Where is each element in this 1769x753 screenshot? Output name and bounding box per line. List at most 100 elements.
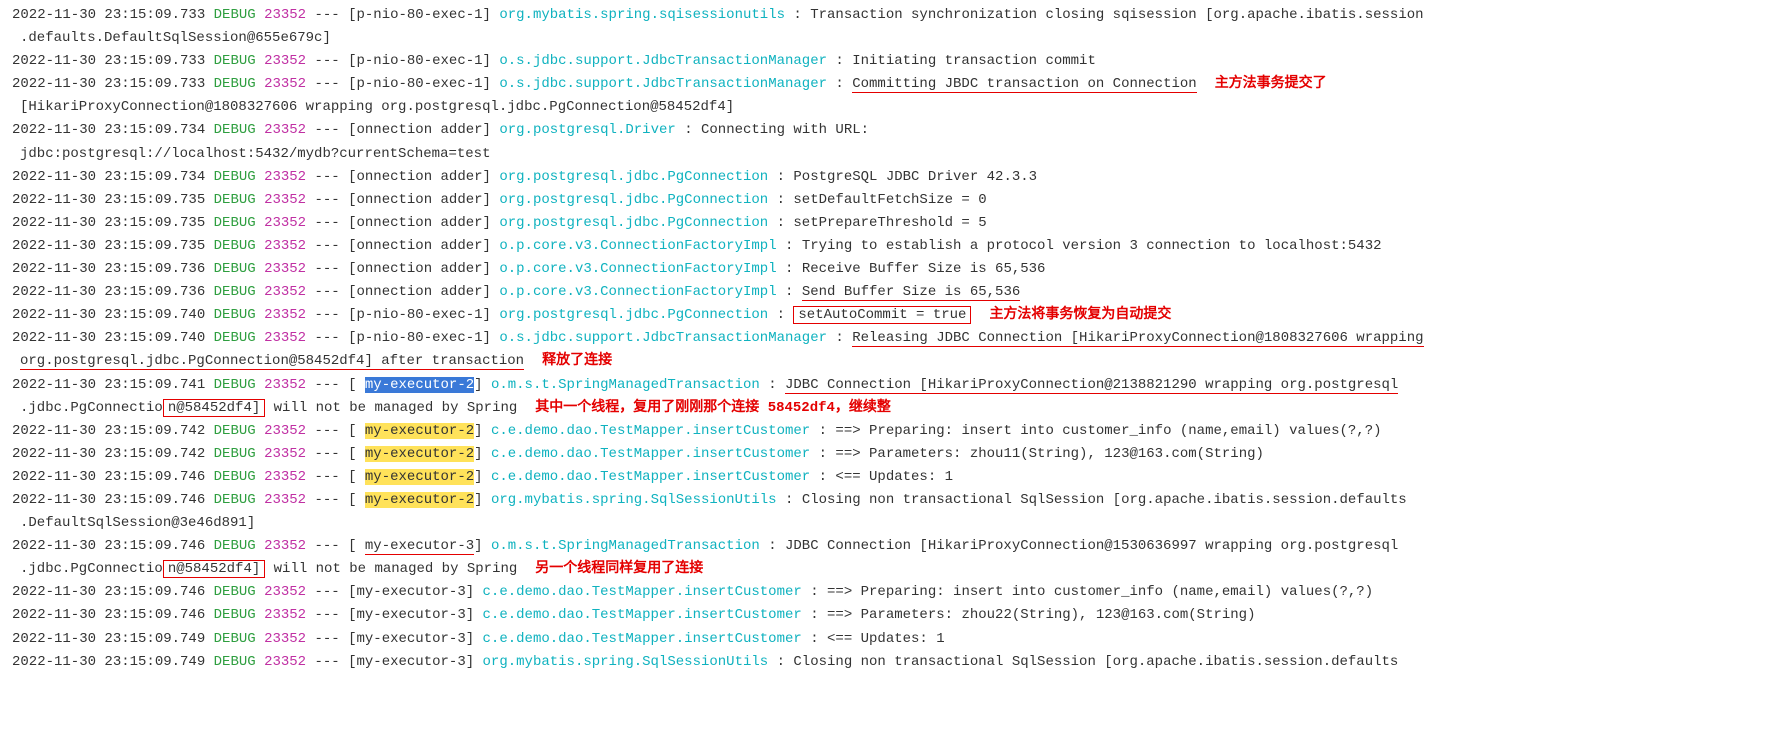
- timestamp: 2022-11-30 23:15:09.733: [12, 76, 205, 92]
- thread-name: my-executor-2: [365, 469, 474, 485]
- log-message: PostgreSQL JDBC Driver 42.3.3: [793, 169, 1037, 185]
- log-message: ==> Preparing: insert into customer_info…: [835, 423, 1381, 439]
- timestamp: 2022-11-30 23:15:09.746: [12, 469, 205, 485]
- thread-name: onnection adder: [357, 122, 483, 138]
- continuation-text: will not be managed by Spring: [265, 561, 517, 577]
- log-level: DEBUG: [214, 330, 256, 346]
- thread-name: my-executor-3: [357, 607, 466, 623]
- thread-name: p-nio-80-exec-1: [357, 7, 483, 23]
- log-level: DEBUG: [214, 307, 256, 323]
- log-message: Closing non transactional SqlSession [or…: [802, 492, 1407, 508]
- log-line: 2022-11-30 23:15:09.733 DEBUG 23352 --- …: [12, 73, 1757, 96]
- logger-name: o.s.jdbc.support.JdbcTransactionManager: [499, 76, 827, 92]
- log-message: ==> Parameters: zhou22(String), 123@163.…: [827, 607, 1255, 623]
- logger-name: o.p.core.v3.ConnectionFactoryImpl: [499, 261, 776, 277]
- thread-name: my-executor-2: [365, 492, 474, 508]
- annotation: 另一个线程同样复用了连接: [535, 561, 703, 577]
- thread-name: onnection adder: [357, 192, 483, 208]
- timestamp: 2022-11-30 23:15:09.736: [12, 261, 205, 277]
- logger-name: org.postgresql.jdbc.PgConnection: [499, 169, 768, 185]
- log-message: <== Updates: 1: [835, 469, 953, 485]
- thread-name: my-executor-3: [365, 538, 474, 555]
- logger-name: o.m.s.t.SpringManagedTransaction: [491, 377, 760, 393]
- timestamp: 2022-11-30 23:15:09.746: [12, 538, 205, 554]
- logger-name: org.postgresql.jdbc.PgConnection: [499, 307, 768, 323]
- process-id: 23352: [264, 631, 306, 647]
- log-level: DEBUG: [214, 76, 256, 92]
- log-continuation: [HikariProxyConnection@1808327606 wrappi…: [12, 96, 1757, 119]
- log-level: DEBUG: [214, 53, 256, 69]
- log-level: DEBUG: [214, 238, 256, 254]
- process-id: 23352: [264, 538, 306, 554]
- log-continuation: .DefaultSqlSession@3e46d891]: [12, 512, 1757, 535]
- annotation: 主方法将事务恢复为自动提交: [989, 307, 1171, 323]
- process-id: 23352: [264, 423, 306, 439]
- log-message: ==> Parameters: zhou11(String), 123@163.…: [835, 446, 1263, 462]
- log-line: 2022-11-30 23:15:09.749 DEBUG 23352 --- …: [12, 628, 1757, 651]
- log-level: DEBUG: [214, 7, 256, 23]
- thread-name: my-executor-2: [365, 423, 474, 439]
- thread-name: p-nio-80-exec-1: [357, 330, 483, 346]
- thread-name: onnection adder: [357, 261, 483, 277]
- thread-name: onnection adder: [357, 215, 483, 231]
- thread-name: my-executor-2: [365, 377, 474, 393]
- log-message: setPrepareThreshold = 5: [793, 215, 986, 231]
- annotation: 释放了连接: [542, 353, 612, 369]
- thread-name: p-nio-80-exec-1: [357, 76, 483, 92]
- timestamp: 2022-11-30 23:15:09.740: [12, 307, 205, 323]
- log-message: Send Buffer Size is 65,536: [802, 284, 1020, 301]
- annotation: 主方法事务提交了: [1215, 76, 1327, 92]
- log-line: 2022-11-30 23:15:09.741 DEBUG 23352 --- …: [12, 374, 1757, 397]
- process-id: 23352: [264, 169, 306, 185]
- log-line: 2022-11-30 23:15:09.746 DEBUG 23352 --- …: [12, 466, 1757, 489]
- log-level: DEBUG: [214, 215, 256, 231]
- timestamp: 2022-11-30 23:15:09.735: [12, 215, 205, 231]
- log-line: 2022-11-30 23:15:09.749 DEBUG 23352 --- …: [12, 651, 1757, 674]
- continuation-text: .jdbc.PgConnectio: [20, 561, 163, 577]
- log-level: DEBUG: [214, 538, 256, 554]
- timestamp: 2022-11-30 23:15:09.733: [12, 53, 205, 69]
- process-id: 23352: [264, 215, 306, 231]
- log-line: 2022-11-30 23:15:09.736 DEBUG 23352 --- …: [12, 258, 1757, 281]
- process-id: 23352: [264, 307, 306, 323]
- annotation: 其中一个线程，复用了刚刚那个连接 58452df4，继续整: [535, 400, 891, 416]
- process-id: 23352: [264, 284, 306, 300]
- log-level: DEBUG: [214, 584, 256, 600]
- log-level: DEBUG: [214, 423, 256, 439]
- continuation-text: .jdbc.PgConnectio: [20, 400, 163, 416]
- timestamp: 2022-11-30 23:15:09.740: [12, 330, 205, 346]
- thread-name: my-executor-3: [357, 654, 466, 670]
- process-id: 23352: [264, 7, 306, 23]
- logger-name: org.mybatis.spring.SqlSessionUtils: [483, 654, 769, 670]
- logger-name: c.e.demo.dao.TestMapper.insertCustomer: [483, 584, 802, 600]
- logger-name: c.e.demo.dao.TestMapper.insertCustomer: [491, 423, 810, 439]
- continuation-text: .defaults.DefaultSqlSession@655e679c]: [20, 30, 331, 46]
- log-message: ==> Preparing: insert into customer_info…: [827, 584, 1373, 600]
- timestamp: 2022-11-30 23:15:09.742: [12, 423, 205, 439]
- timestamp: 2022-11-30 23:15:09.734: [12, 169, 205, 185]
- thread-name: onnection adder: [357, 169, 483, 185]
- logger-name: org.mybatis.spring.sqisessionutils: [499, 7, 785, 23]
- log-line: 2022-11-30 23:15:09.734 DEBUG 23352 --- …: [12, 119, 1757, 142]
- logger-name: o.s.jdbc.support.JdbcTransactionManager: [499, 330, 827, 346]
- log-line: 2022-11-30 23:15:09.733 DEBUG 23352 --- …: [12, 50, 1757, 73]
- log-line: 2022-11-30 23:15:09.735 DEBUG 23352 --- …: [12, 235, 1757, 258]
- log-level: DEBUG: [214, 169, 256, 185]
- log-message: <== Updates: 1: [827, 631, 945, 647]
- log-level: DEBUG: [214, 446, 256, 462]
- logger-name: o.p.core.v3.ConnectionFactoryImpl: [499, 238, 776, 254]
- thread-name: onnection adder: [357, 238, 483, 254]
- timestamp: 2022-11-30 23:15:09.746: [12, 607, 205, 623]
- process-id: 23352: [264, 377, 306, 393]
- log-continuation: jdbc:postgresql://localhost:5432/mydb?cu…: [12, 143, 1757, 166]
- log-level: DEBUG: [214, 654, 256, 670]
- process-id: 23352: [264, 607, 306, 623]
- process-id: 23352: [264, 330, 306, 346]
- log-level: DEBUG: [214, 284, 256, 300]
- logger-name: o.m.s.t.SpringManagedTransaction: [491, 538, 760, 554]
- log-message: setAutoCommit = true: [793, 306, 971, 324]
- log-line: 2022-11-30 23:15:09.746 DEBUG 23352 --- …: [12, 581, 1757, 604]
- timestamp: 2022-11-30 23:15:09.735: [12, 238, 205, 254]
- timestamp: 2022-11-30 23:15:09.741: [12, 377, 205, 393]
- log-level: DEBUG: [214, 469, 256, 485]
